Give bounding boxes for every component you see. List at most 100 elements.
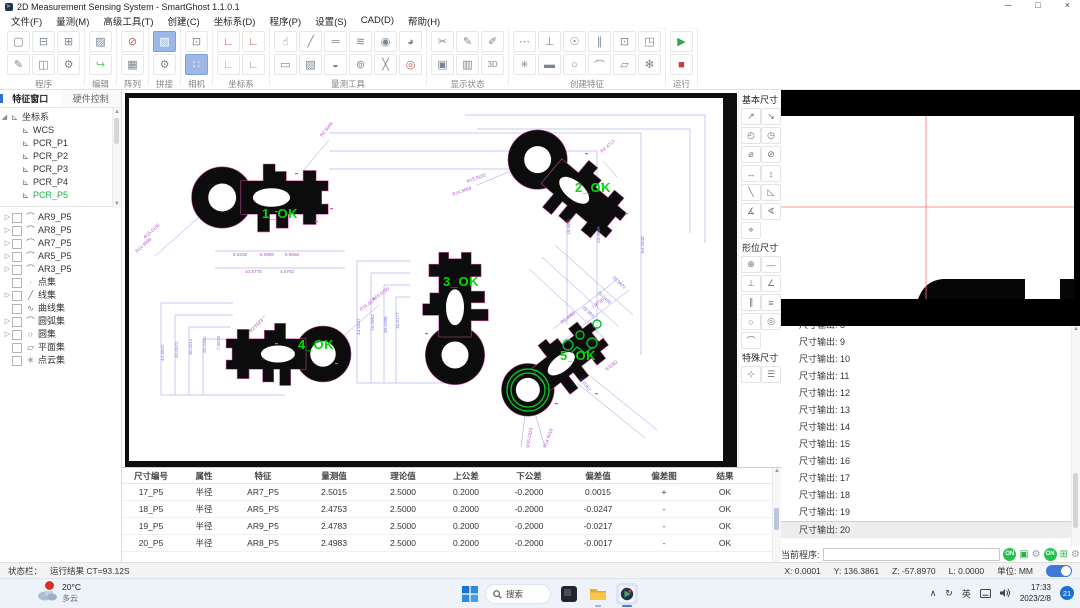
tree-item-AR7_P5[interactable]: ▷⌒AR7_P5 — [0, 237, 121, 250]
taskbar-search[interactable]: 搜索 — [485, 584, 551, 604]
table-row[interactable]: 20_P5半径AR8_P52.49832.50000.2000-0.2000-0… — [122, 535, 781, 552]
new-program-button[interactable]: ▢ — [7, 31, 30, 52]
taskbar-file-explorer[interactable] — [587, 583, 609, 605]
save-program-button[interactable]: ⊟ — [32, 31, 55, 52]
axis-create-4-button[interactable]: ∟ — [242, 54, 265, 75]
visibility-checkbox[interactable] — [12, 213, 22, 223]
menu-item-0[interactable]: 文件(F) — [4, 14, 49, 28]
output-item-7[interactable]: 尺寸输出: 15 — [781, 436, 1080, 453]
expander-icon[interactable]: ▷ — [3, 263, 12, 276]
menu-item-8[interactable]: 帮助(H) — [401, 14, 447, 28]
export-program-button[interactable]: ⊞ — [57, 31, 80, 52]
create-light-button[interactable]: ✳ — [513, 54, 536, 75]
tree-item-AR9_P5[interactable]: ▷⌒AR9_P5 — [0, 211, 121, 224]
dim-clock-angle-button[interactable]: ◴ — [741, 127, 761, 144]
tray-sync-icon[interactable]: ↻ — [945, 588, 953, 599]
output-item-10[interactable]: 尺寸输出: 18 — [781, 487, 1080, 504]
output-item-3[interactable]: 尺寸输出: 11 — [781, 368, 1080, 385]
visibility-checkbox[interactable] — [12, 239, 22, 249]
zoom-inspect-button[interactable]: ◎ — [399, 54, 422, 75]
create-circle-leader-button[interactable]: ☉ — [563, 31, 586, 52]
create-plane-button[interactable]: ▱ — [613, 54, 636, 75]
visibility-checkbox[interactable] — [12, 304, 22, 314]
menu-item-7[interactable]: CAD(D) — [354, 15, 401, 26]
create-perpendicular-button[interactable]: ⊥ — [538, 31, 561, 52]
menu-item-6[interactable]: 设置(S) — [308, 14, 354, 28]
gauge-tool-button[interactable]: ◒ — [324, 54, 347, 75]
image-overlay-icon[interactable]: ▣ — [1019, 549, 1028, 560]
taskbar-smartghost-app[interactable] — [616, 583, 638, 605]
tree-item-点云集[interactable]: ✳点云集 — [0, 354, 121, 367]
menu-item-3[interactable]: 创建(C) — [161, 14, 207, 28]
output-item-12[interactable]: 尺寸输出: 20 — [781, 521, 1080, 538]
tree-item-AR3_P5[interactable]: ▷⌒AR3_P5 — [0, 263, 121, 276]
tree-item-PCR_P1[interactable]: ⊾PCR_P1 — [0, 137, 121, 150]
stitch-image-button[interactable]: ▧ — [153, 31, 176, 52]
visibility-checkbox[interactable] — [12, 265, 22, 275]
camera-frame-button[interactable]: ⊡ — [185, 31, 208, 52]
table-row[interactable]: 18_P5半径AR5_P52.47532.50000.2000-0.2000-0… — [122, 501, 781, 518]
dim-slope-button[interactable]: ╲ — [741, 184, 761, 201]
pos-flatness-button[interactable]: ― — [761, 256, 781, 273]
expander-icon[interactable]: ▷ — [3, 328, 12, 341]
tree-item-PCR_P5[interactable]: ⊾PCR_P5 — [0, 189, 121, 202]
dim-point-distance-alt-button[interactable]: ↘ — [761, 108, 781, 125]
parallel-line-tool-button[interactable]: ═ — [324, 31, 347, 52]
pos-concentricity-button[interactable]: ◎ — [761, 313, 781, 330]
create-point-cloud-button[interactable]: ✻ — [638, 54, 661, 75]
current-program-input[interactable] — [823, 548, 1001, 561]
tab-feature-window[interactable]: 特征窗口 — [0, 90, 61, 107]
output-item-9[interactable]: 尺寸输出: 17 — [781, 470, 1080, 487]
taskbar-clock[interactable]: 17:33 2023/2/8 — [1020, 582, 1051, 604]
output-item-0[interactable]: 尺寸输出: 8 — [781, 326, 1080, 334]
pos-symmetry-button[interactable]: ≡ — [761, 294, 781, 311]
taskbar-app-dark[interactable] — [558, 583, 580, 605]
visibility-checkbox[interactable] — [12, 226, 22, 236]
overlay-toggle-on[interactable]: ON — [1003, 548, 1016, 561]
touch-keyboard-icon[interactable] — [980, 589, 991, 598]
tree-item-WCS[interactable]: ⊾WCS — [0, 124, 121, 137]
dim-diameter-button[interactable]: ⌀ — [741, 146, 761, 163]
create-parallel-button[interactable]: ∥ — [588, 31, 611, 52]
program-settings-button[interactable]: ⚙ — [57, 54, 80, 75]
pos-angularity-button[interactable]: ∠ — [761, 275, 781, 292]
pos-roundness-button[interactable]: ○ — [741, 313, 761, 330]
run-button[interactable]: ▶ — [670, 31, 693, 52]
display-tool-3-button[interactable]: ✐ — [481, 31, 504, 52]
tree-scrollbar[interactable]: ▲▼ — [112, 108, 121, 208]
output-item-4[interactable]: 尺寸输出: 12 — [781, 385, 1080, 402]
display-tool-1-button[interactable]: ✂ — [431, 31, 454, 52]
minimize-button[interactable]: ─ — [1005, 0, 1011, 10]
cad-drawing[interactable]: R2.5008 64.9448 29.9689 19.9801 8.0336 6… — [125, 93, 737, 467]
camera-grid-button[interactable]: ∷ — [185, 54, 208, 75]
tree-item-点集[interactable]: ∙点集 — [0, 276, 121, 289]
menu-item-1[interactable]: 量测(M) — [49, 14, 96, 28]
visibility-checkbox[interactable] — [12, 252, 22, 262]
tree-item-PCR_P3[interactable]: ⊾PCR_P3 — [0, 163, 121, 176]
select-region-button[interactable]: ◫ — [32, 54, 55, 75]
axis-create-2-button[interactable]: ∟ — [242, 31, 265, 52]
table-scrollbar[interactable]: ▲ — [772, 468, 781, 562]
output-item-2[interactable]: 尺寸输出: 10 — [781, 351, 1080, 368]
camera-toggle-on[interactable]: ON — [1044, 548, 1057, 561]
axis-create-1-button[interactable]: ∟ — [217, 31, 240, 52]
tools-cross-button[interactable]: ╳ — [374, 54, 397, 75]
array-disable-button[interactable]: ⊘ — [121, 31, 144, 52]
create-rect-corner-button[interactable]: ◳ — [638, 31, 661, 52]
hatch-tool-button[interactable]: ▨ — [299, 54, 322, 75]
expander-icon[interactable]: ◢ — [0, 111, 9, 124]
output-item-8[interactable]: 尺寸输出: 16 — [781, 453, 1080, 470]
expander-icon[interactable]: ▷ — [3, 237, 12, 250]
tree-root-coordinate-system[interactable]: ◢⊾坐标系 — [0, 111, 121, 124]
expander-icon[interactable]: ▷ — [3, 315, 12, 328]
axis-create-3-button[interactable]: ∟ — [217, 54, 240, 75]
filled-circle-tool-button[interactable]: ◉ — [374, 31, 397, 52]
pos-perpendicularity-button[interactable]: ⊥ — [741, 275, 761, 292]
create-circle-button[interactable]: ○ — [563, 54, 586, 75]
output-item-11[interactable]: 尺寸输出: 19 — [781, 504, 1080, 521]
speaker-icon[interactable] — [1000, 588, 1011, 598]
scan-tool-button[interactable]: ⊚ — [349, 54, 372, 75]
visibility-checkbox[interactable] — [12, 343, 22, 353]
create-rect-center-button[interactable]: ⊡ — [613, 31, 636, 52]
output-item-1[interactable]: 尺寸输出: 9 — [781, 334, 1080, 351]
